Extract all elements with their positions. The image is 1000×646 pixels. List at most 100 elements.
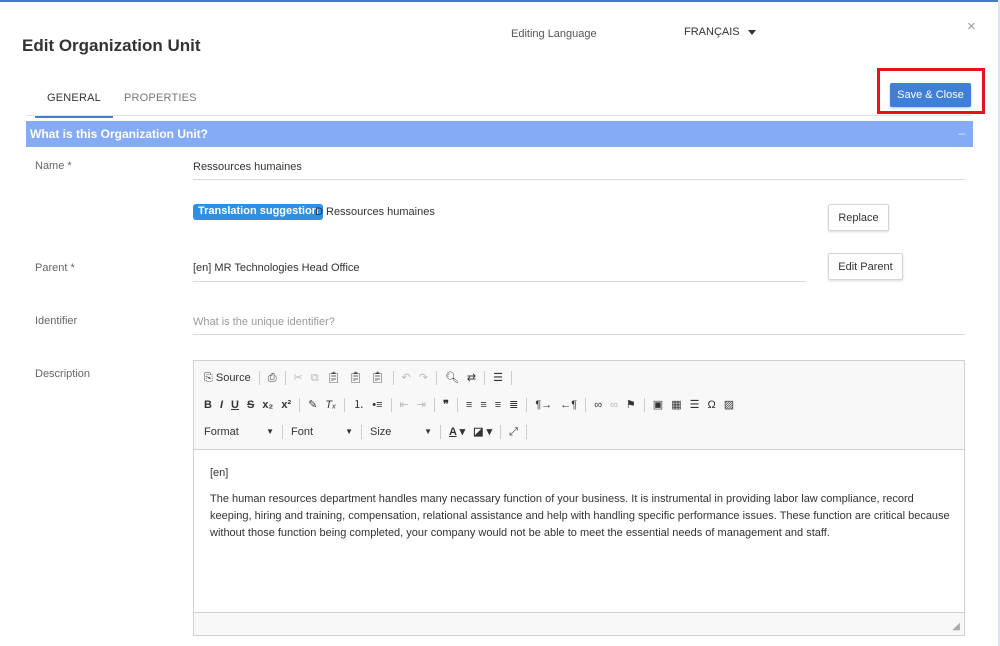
indent-icon[interactable]: ⇥ xyxy=(417,396,426,414)
background-color-icon[interactable]: ◪ ▾ xyxy=(473,423,492,441)
language-dropdown-value: FRANÇAIS xyxy=(684,26,740,38)
underline-icon[interactable]: U xyxy=(231,396,239,414)
tab-general[interactable]: GENERAL xyxy=(35,92,113,118)
source-label: Source xyxy=(215,372,251,384)
dialog-title: Edit Organization Unit xyxy=(22,36,201,55)
font-dropdown[interactable]: Font ▼ xyxy=(291,423,353,441)
translation-suggestion-text: D Ressources humaines xyxy=(315,206,435,218)
find-icon[interactable]: 🔍︎ xyxy=(445,369,459,387)
language-dropdown[interactable]: FRANÇAIS xyxy=(684,26,756,38)
dropdown-arrow-icon: ▼ xyxy=(424,427,432,436)
paste-text-icon[interactable]: 📋︎ xyxy=(349,369,363,387)
special-char-icon[interactable]: Ω xyxy=(707,396,715,414)
parent-input[interactable]: [en] MR Technologies Head Office xyxy=(193,262,360,274)
source-button[interactable]: ⎘ Source xyxy=(204,369,251,387)
description-label: Description xyxy=(35,368,91,380)
rtl-icon[interactable]: ←¶ xyxy=(560,396,577,414)
identifier-input-underline xyxy=(193,334,965,335)
size-dropdown[interactable]: Size ▼ xyxy=(370,423,432,441)
toolbar-separator xyxy=(435,371,437,385)
window-top-border xyxy=(0,0,1000,2)
tab-properties[interactable]: PROPERTIES xyxy=(124,92,197,104)
bold-icon[interactable]: B xyxy=(204,396,212,414)
editing-language-label: Editing Language xyxy=(511,28,597,40)
section-header[interactable]: What is this Organization Unit? – xyxy=(26,121,973,147)
name-input[interactable]: Ressources humaines xyxy=(193,161,302,173)
remove-format-icon[interactable]: Tₓ xyxy=(325,396,336,414)
redo-icon[interactable]: ↷ xyxy=(419,369,428,387)
editor-content-area[interactable]: [en] The human resources department hand… xyxy=(210,465,954,551)
save-and-close-button[interactable]: Save & Close xyxy=(890,83,971,107)
align-center-icon[interactable]: ≡ xyxy=(480,396,486,414)
collapse-icon[interactable]: – xyxy=(958,126,965,140)
subscript-icon[interactable]: x₂ xyxy=(262,396,273,414)
cut-icon[interactable]: ✂ xyxy=(294,369,303,387)
edit-parent-button[interactable]: Edit Parent xyxy=(828,253,903,280)
toolbar-separator xyxy=(526,398,528,412)
toolbar-separator xyxy=(500,425,502,439)
undo-icon[interactable]: ↶ xyxy=(402,369,411,387)
toolbar-separator xyxy=(258,371,260,385)
copy-formatting-icon[interactable]: ✎ xyxy=(308,396,317,414)
content-lang-tag: [en] xyxy=(210,467,229,479)
link-icon[interactable]: ∞ xyxy=(594,396,602,414)
align-left-icon[interactable]: ≡ xyxy=(466,396,472,414)
name-input-underline xyxy=(193,179,965,180)
table-icon[interactable]: ▦ xyxy=(671,396,681,414)
toolbar-separator xyxy=(284,371,286,385)
toolbar-separator xyxy=(433,398,435,412)
format-label: Format xyxy=(204,426,239,438)
paste-word-icon[interactable]: 📋︎ xyxy=(371,369,385,387)
replace-icon[interactable]: ⇄ xyxy=(467,369,476,387)
close-icon[interactable]: × xyxy=(967,18,976,35)
toolbar-separator xyxy=(361,425,362,439)
toolbar-separator xyxy=(392,371,394,385)
tab-bar: GENERAL PROPERTIES xyxy=(26,82,972,118)
print-icon[interactable]: ⎙ xyxy=(268,369,277,387)
strikethrough-icon[interactable]: S xyxy=(247,396,254,414)
superscript-icon[interactable]: x² xyxy=(281,396,291,414)
section-title: What is this Organization Unit? xyxy=(30,127,208,141)
identifier-label: Identifier xyxy=(35,315,78,327)
flash-icon[interactable]: ▣ xyxy=(653,396,663,414)
parent-label: Parent * xyxy=(35,262,75,274)
content-paragraph: The human resources department handles m… xyxy=(210,493,950,539)
name-label: Name * xyxy=(35,160,72,172)
toolbar-separator xyxy=(525,425,527,439)
toolbar-separator xyxy=(282,425,283,439)
unlink-icon[interactable]: ∞ xyxy=(610,396,618,414)
blockquote-icon[interactable]: ❞ xyxy=(443,396,449,414)
resize-grip-icon[interactable]: ◢ xyxy=(952,621,960,632)
copy-icon[interactable]: ⧉ xyxy=(311,369,319,387)
caret-down-icon xyxy=(747,29,756,35)
toolbar-separator xyxy=(643,398,645,412)
editor-footer: ◢ xyxy=(194,612,964,635)
align-justify-icon[interactable]: ≣ xyxy=(509,396,518,414)
toolbar-separator xyxy=(456,398,458,412)
toolbar-separator xyxy=(511,371,513,385)
text-color-icon[interactable]: A ▾ xyxy=(449,423,465,441)
rich-text-editor: ⎘ Source ⎙ ✂ ⧉ 📋︎ 📋︎ 📋︎ ↶ ↷ 🔍︎ ⇄ ☰ B I U… xyxy=(193,360,965,636)
toolbar-separator xyxy=(440,425,441,439)
align-right-icon[interactable]: ≡ xyxy=(495,396,501,414)
bulleted-list-icon[interactable]: •≡ xyxy=(372,396,382,414)
select-all-icon[interactable]: ☰ xyxy=(493,369,503,387)
parent-input-underline xyxy=(193,281,806,282)
dropdown-arrow-icon: ▼ xyxy=(266,427,274,436)
image-icon[interactable]: ▨ xyxy=(724,396,734,414)
ltr-icon[interactable]: ¶→ xyxy=(535,396,552,414)
maximize-icon[interactable]: ⤢ xyxy=(509,423,518,441)
toolbar-separator xyxy=(344,398,346,412)
outdent-icon[interactable]: ⇤ xyxy=(400,396,409,414)
paste-icon[interactable]: 📋︎ xyxy=(327,369,341,387)
identifier-input[interactable]: What is the unique identifier? xyxy=(193,316,335,328)
translation-suggestion-badge: Translation suggestion xyxy=(193,204,324,220)
toolbar-separator xyxy=(390,398,392,412)
anchor-flag-icon[interactable]: ⚑ xyxy=(626,396,636,414)
toolbar-separator xyxy=(484,371,486,385)
numbered-list-icon[interactable]: ⒈ xyxy=(353,396,364,414)
italic-icon[interactable]: I xyxy=(220,396,223,414)
replace-button[interactable]: Replace xyxy=(828,204,889,231)
format-dropdown[interactable]: Format ▼ xyxy=(204,423,274,441)
horizontal-rule-icon[interactable]: ☰ xyxy=(690,396,700,414)
